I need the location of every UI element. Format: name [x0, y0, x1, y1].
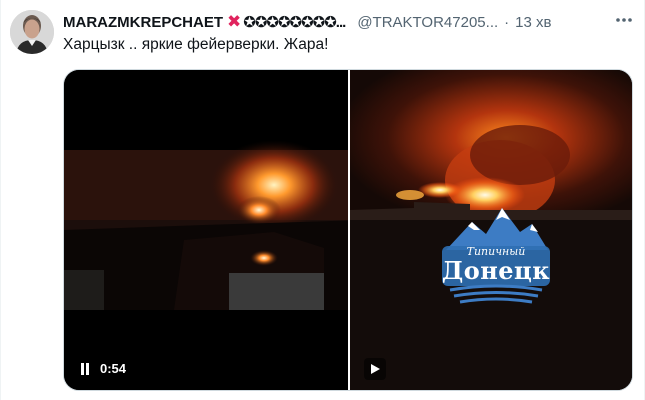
video-player-2[interactable]: Типичный Донецк	[350, 70, 632, 390]
play-icon	[371, 364, 380, 374]
video-duration: 0:54	[100, 361, 127, 376]
avatar-image	[10, 10, 54, 54]
tweet-header: MARAZMKREPCHAET ✖ ✪✪✪✪✪✪✪✪... @TRAKTOR47…	[63, 12, 634, 32]
video-frame-1	[64, 70, 348, 390]
name-symbols: ✪✪✪✪✪✪✪✪...	[243, 14, 346, 31]
tweet-text: Харцызк .. яркие фейерверки. Жара!	[63, 36, 329, 53]
pause-icon[interactable]	[80, 362, 90, 375]
video-player-1[interactable]: 0:54	[64, 70, 348, 390]
separator-dot: ·	[504, 13, 510, 31]
avatar[interactable]	[10, 10, 54, 54]
media-grid: 0:54 Типичный Донецк	[63, 69, 633, 391]
more-horizontal-icon[interactable]	[614, 10, 634, 35]
timestamp[interactable]: 13 хв	[515, 14, 551, 31]
user-handle[interactable]: @TRAKTOR47205...	[357, 14, 498, 31]
display-name[interactable]: MARAZMKREPCHAET	[63, 14, 223, 31]
video-controls: 0:54	[80, 361, 126, 376]
watermark-line2: Донецк	[441, 256, 551, 285]
play-button[interactable]	[364, 358, 386, 380]
watermark-logo: Типичный Донецк	[436, 202, 556, 312]
tweet-card[interactable]: MARAZMKREPCHAET ✖ ✪✪✪✪✪✪✪✪... @TRAKTOR47…	[0, 0, 645, 400]
red-cross-icon: ✖	[227, 12, 242, 31]
